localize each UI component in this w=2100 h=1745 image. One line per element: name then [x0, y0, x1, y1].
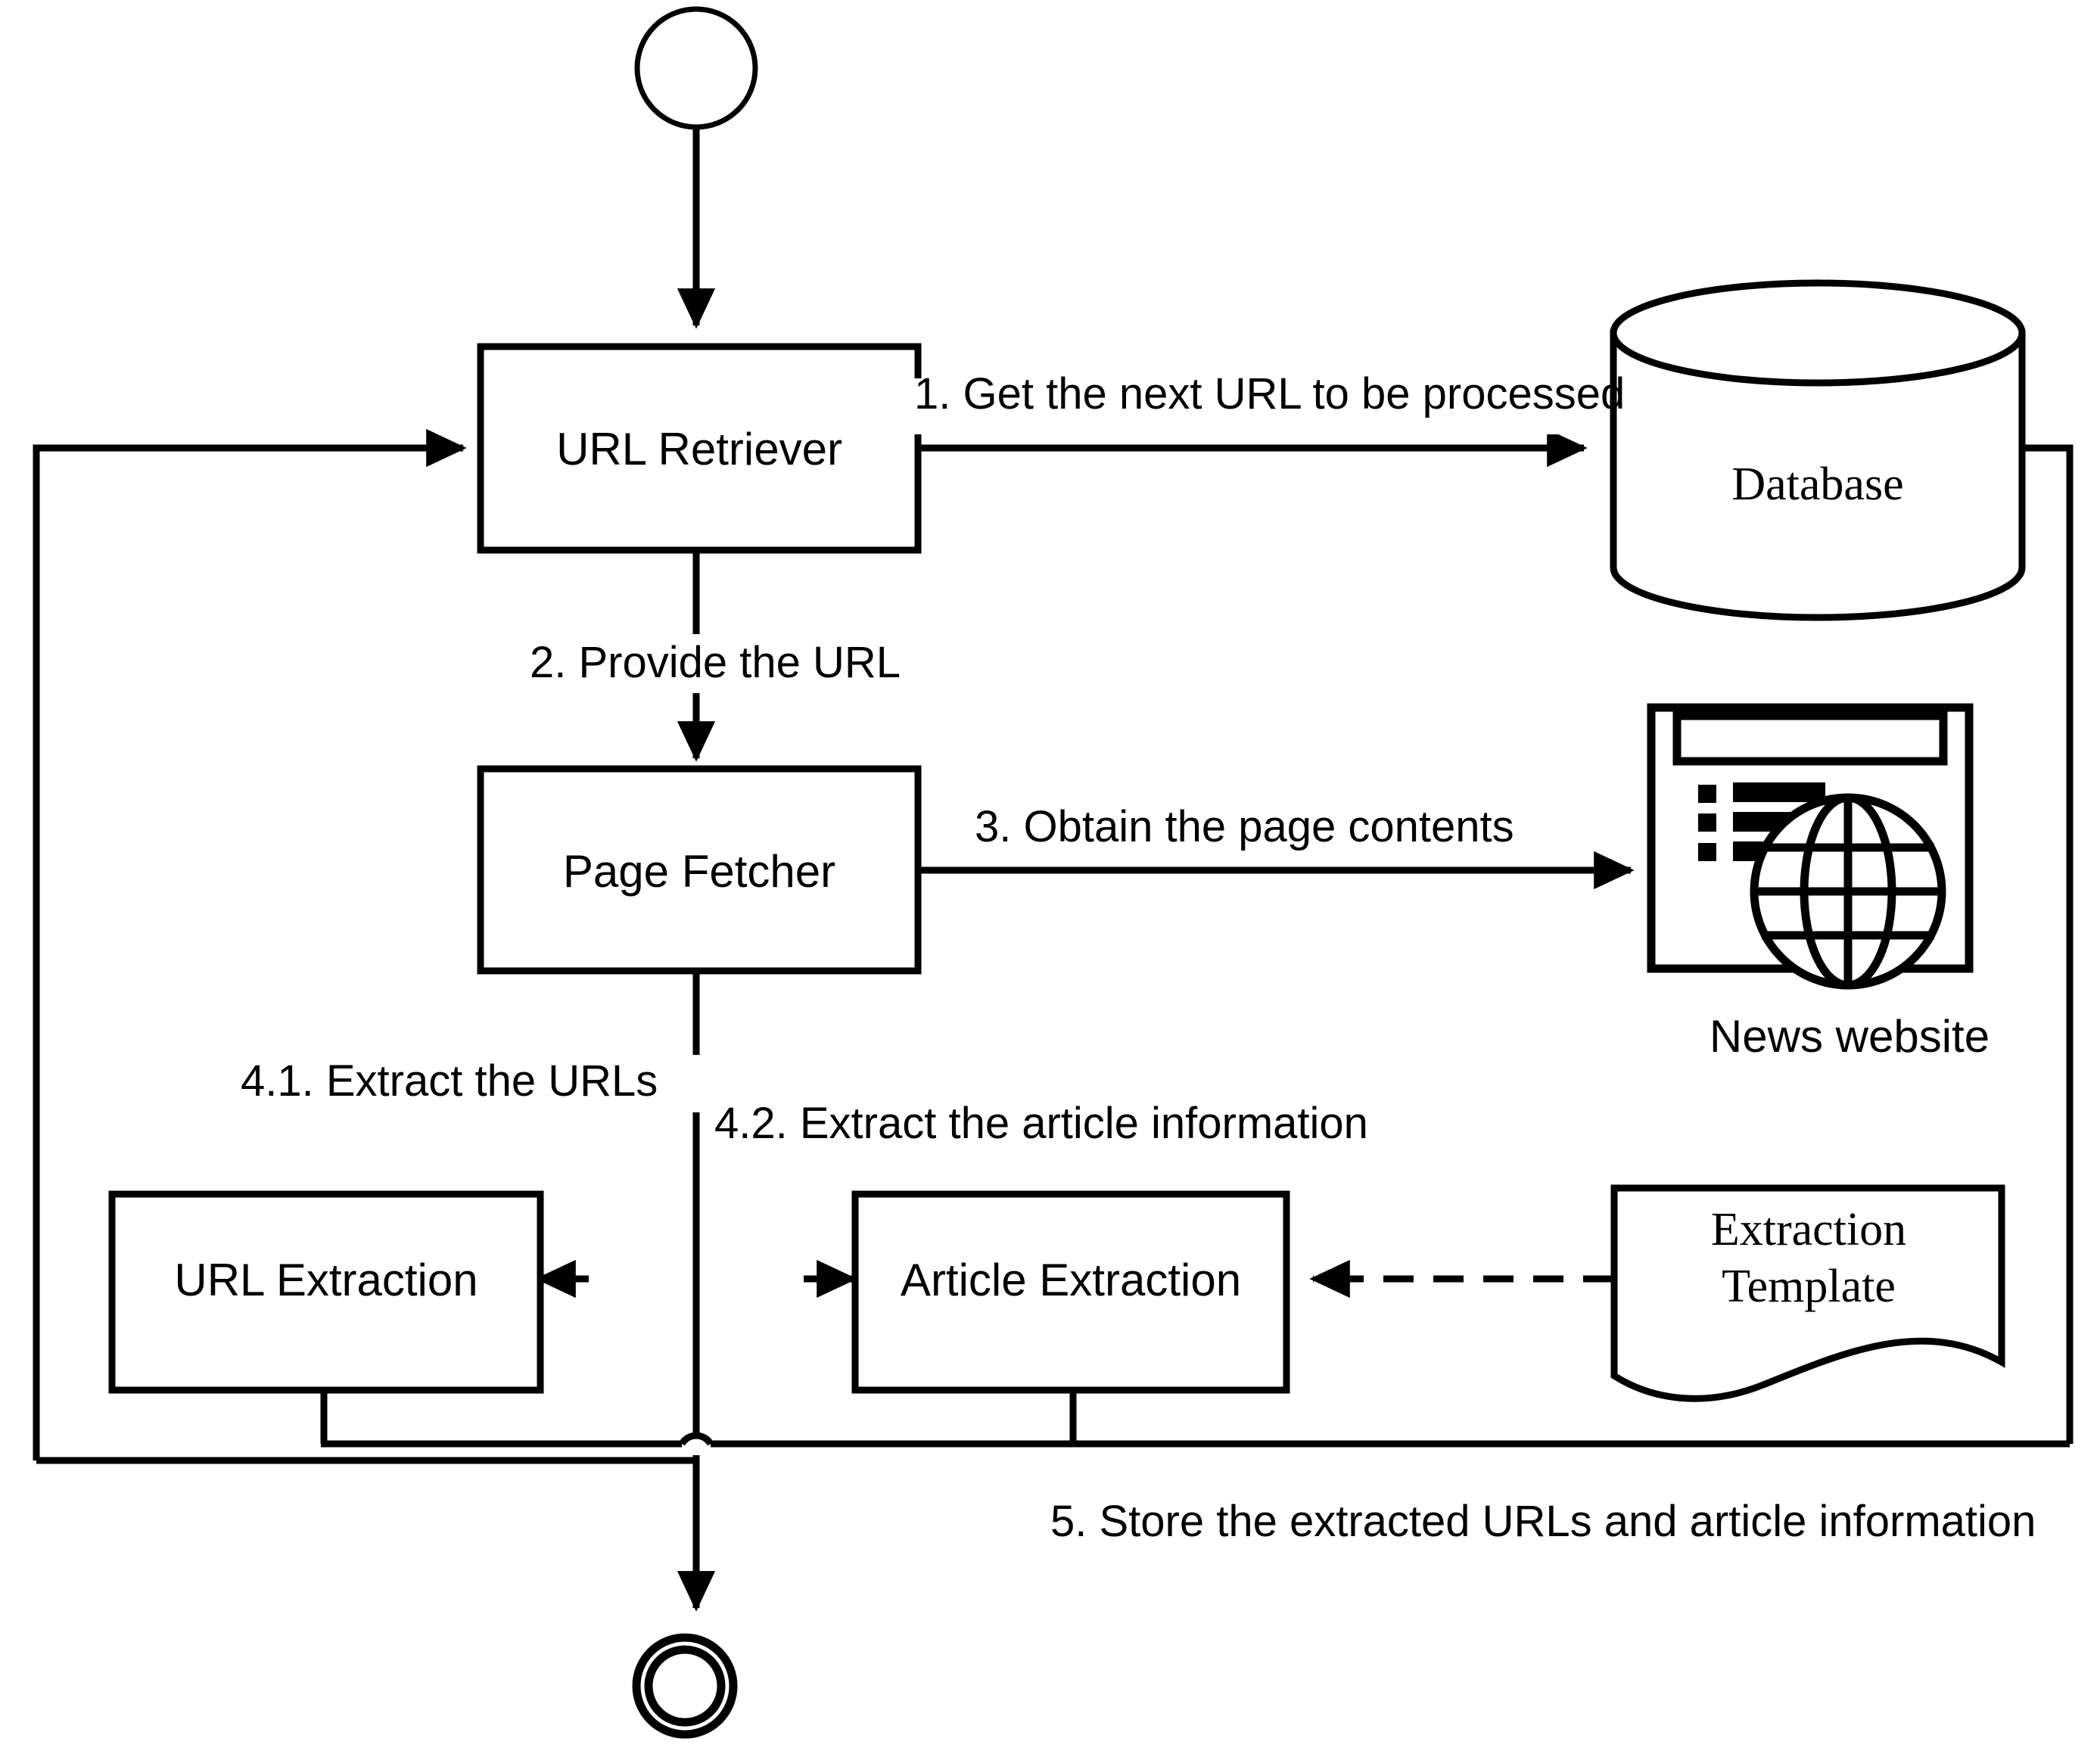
node-page-fetcher-label: Page Fetcher: [563, 846, 835, 897]
start-node: [634, 6, 758, 130]
flowchart-canvas: URL Retriever Page Fetcher URL Extractio…: [0, 0, 2100, 1745]
node-url-retriever[interactable]: URL Retriever: [477, 343, 922, 554]
node-url-extraction[interactable]: URL Extraction: [108, 1190, 544, 1394]
edge-label-step4-1: 4.1. Extract the URLs: [235, 1055, 704, 1112]
node-extraction-template-label-line1: Extraction: [1711, 1204, 1906, 1255]
edge-label-step4-2: 4.2. Extract the article information: [708, 1096, 1368, 1155]
edge-label-step4-1-text: 4.1. Extract the URLs: [241, 1056, 658, 1106]
edge-label-step5-text: 5. Store the extracted URLs and article …: [1050, 1497, 2036, 1546]
node-url-retriever-label: URL Retriever: [556, 424, 842, 474]
node-database-label: Database: [1731, 459, 1903, 510]
edge-label-step4-2-text: 4.2. Extract the article information: [714, 1099, 1368, 1148]
node-article-extraction-label: Article Extraction: [901, 1255, 1241, 1305]
edge-label-step2: 2. Provide the URL: [530, 634, 901, 693]
globe-icon: [1750, 793, 1946, 990]
node-extraction-template[interactable]: Extraction Template: [1610, 1184, 2005, 1402]
flowchart-svg: URL Retriever Page Fetcher URL Extractio…: [33, 6, 2074, 1739]
node-database[interactable]: Database: [1610, 279, 2026, 621]
edge-label-step3-text: 3. Obtain the page contents: [975, 802, 1514, 851]
edge-label-step1: 1. Get the next URL to be processed: [908, 369, 1625, 434]
news-website-label: News website: [1710, 1011, 1990, 1062]
edge-label-step1-text: 1. Get the next URL to be processed: [914, 369, 1625, 418]
node-article-extraction[interactable]: Article Extraction: [851, 1190, 1290, 1394]
edge-label-step2-text: 2. Provide the URL: [530, 638, 901, 687]
node-url-extraction-label: URL Extraction: [174, 1255, 478, 1305]
node-page-fetcher[interactable]: Page Fetcher: [477, 765, 922, 975]
edge-label-step3: 3. Obtain the page contents: [969, 802, 1574, 860]
edge-label-step5: 5. Store the extracted URLs and article …: [1044, 1492, 2051, 1553]
end-node: [632, 1633, 738, 1739]
node-extraction-template-label-line2: Template: [1722, 1261, 1896, 1312]
